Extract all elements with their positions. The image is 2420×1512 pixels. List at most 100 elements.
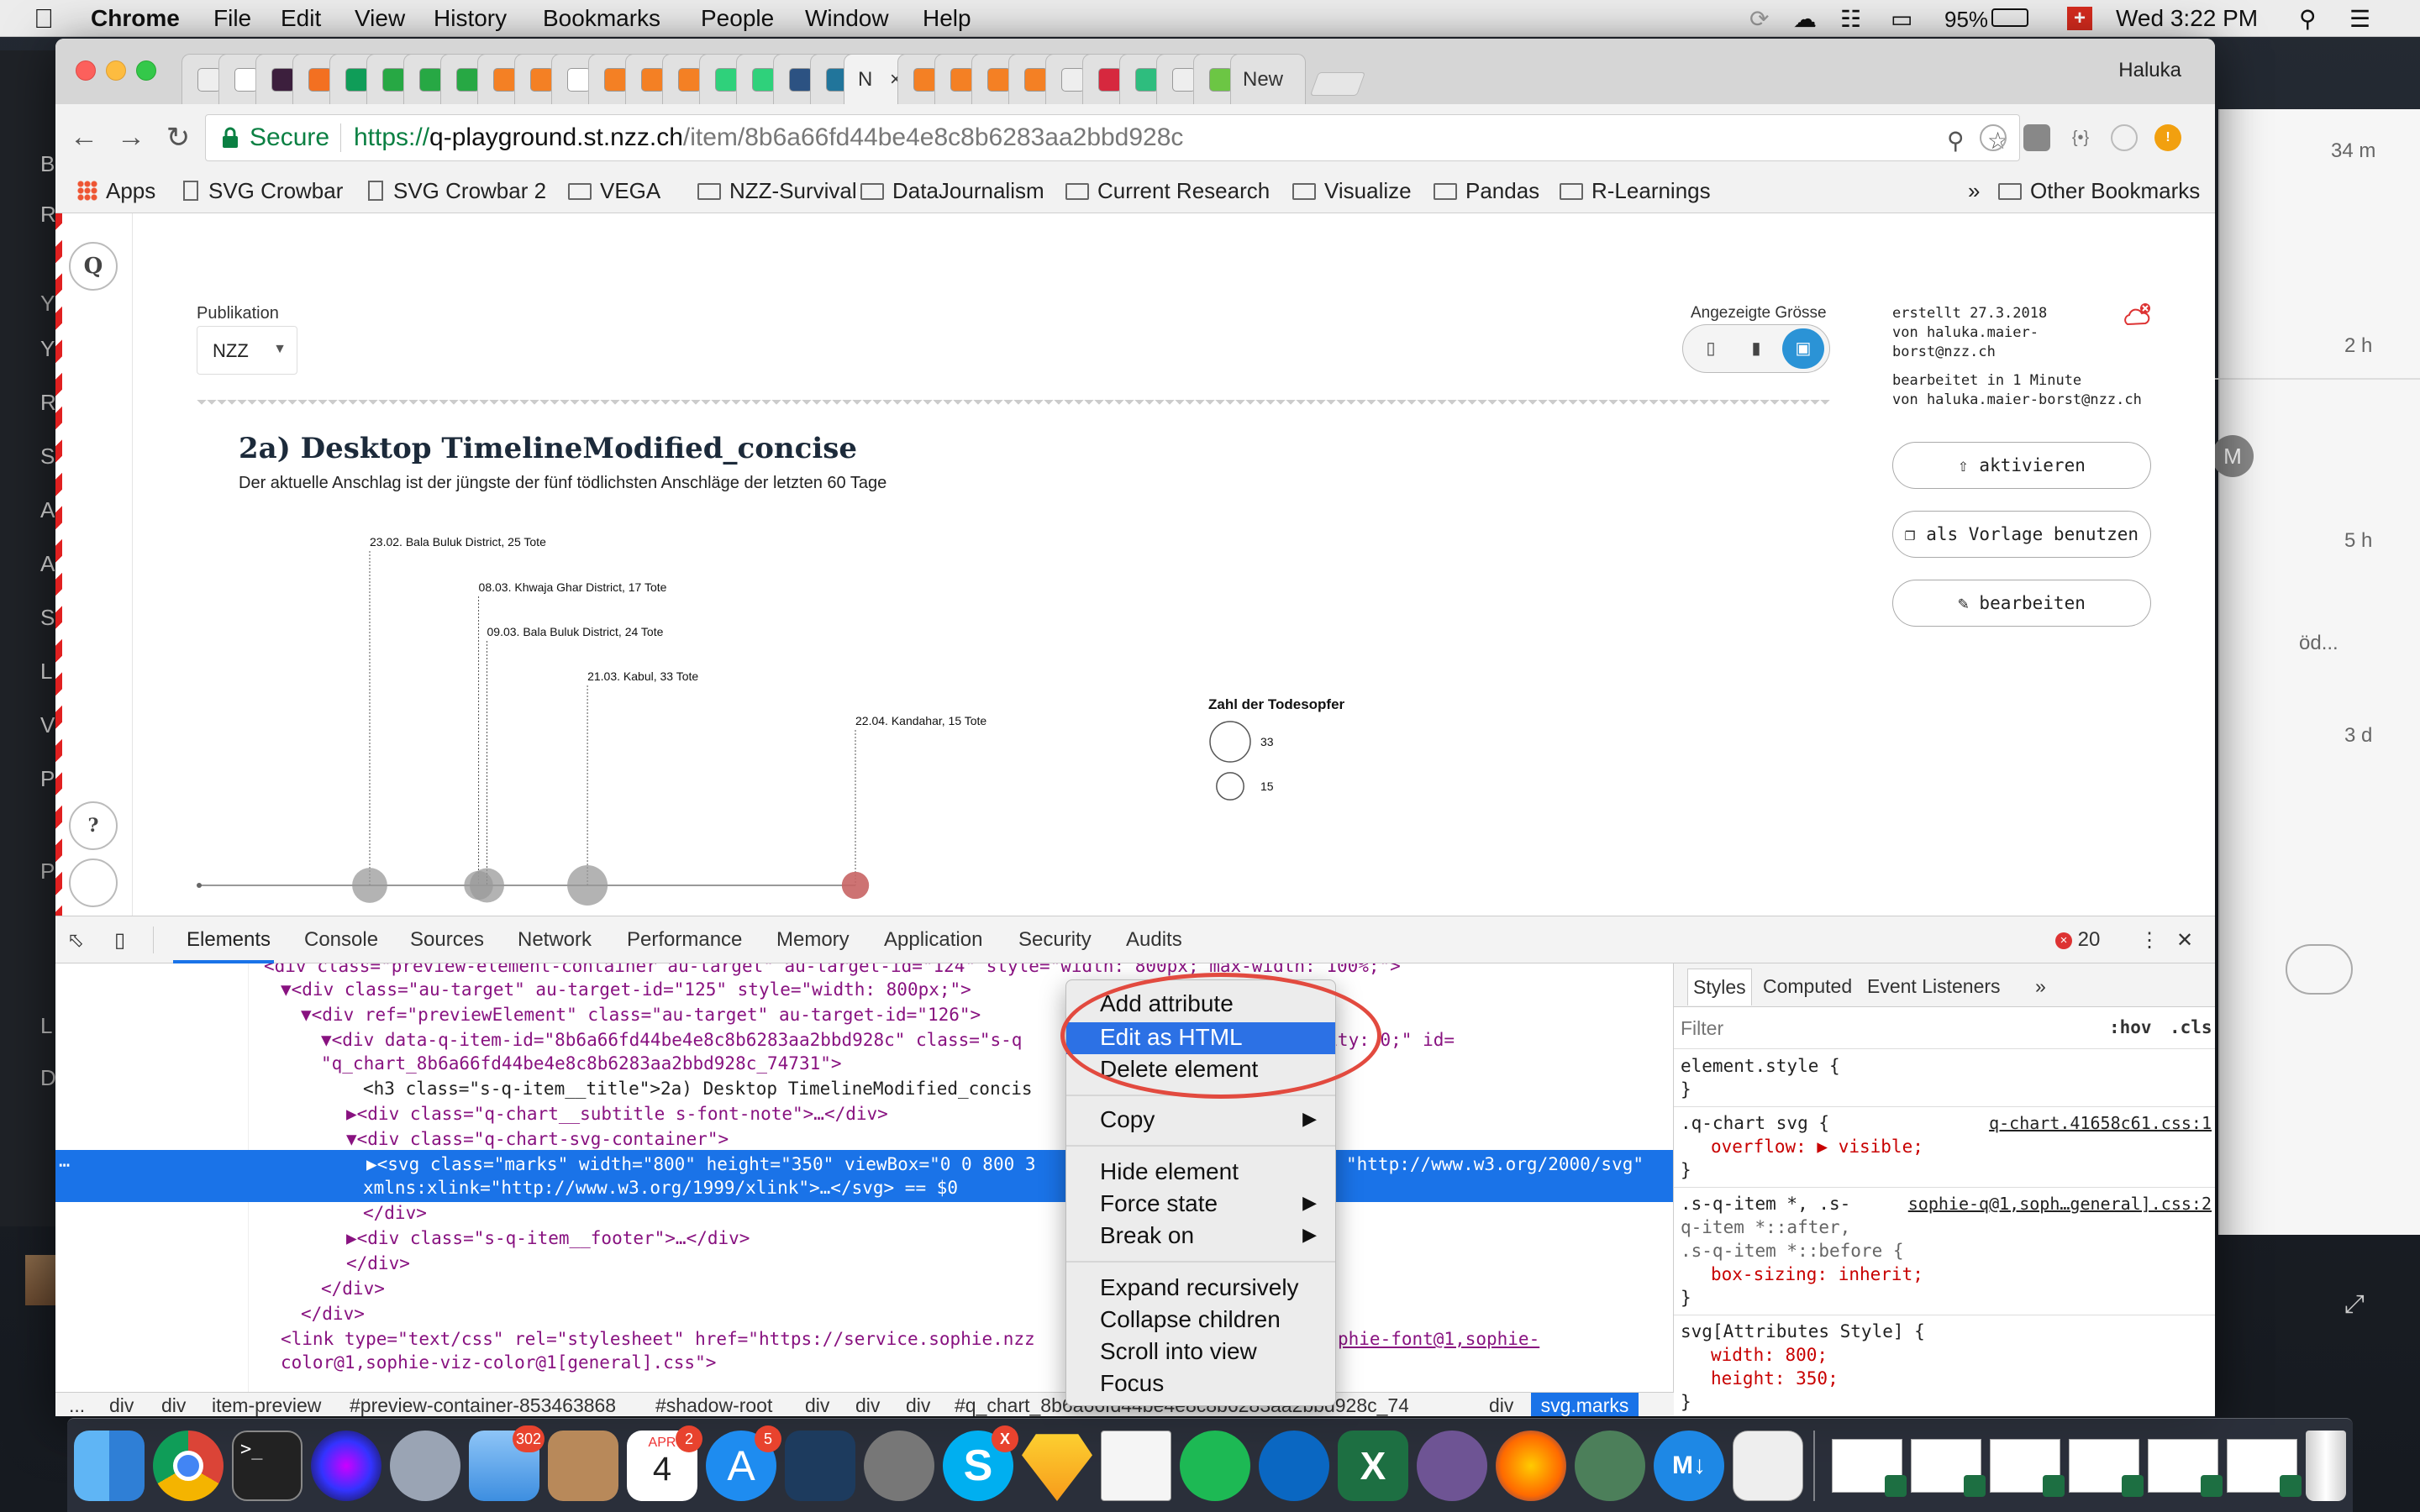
bg-round-button[interactable]: [2286, 944, 2353, 995]
menu-edit[interactable]: Edit: [281, 5, 321, 32]
menu-hide-element[interactable]: Hide element: [1100, 1158, 1239, 1185]
breadcrumb-item[interactable]: div: [805, 1394, 829, 1416]
inspect-element-icon[interactable]: ⬁: [67, 928, 84, 953]
bookmark-current-research[interactable]: Current Research: [1065, 178, 1270, 204]
event-bubble[interactable]: [567, 865, 608, 906]
bookmark-r-learnings[interactable]: R-Learnings: [1560, 178, 1711, 204]
vscode-icon[interactable]: [785, 1431, 855, 1501]
bookmark-svg-crowbar-2[interactable]: SVG Crowbar 2: [368, 178, 546, 204]
dom-line[interactable]: <h3 class="s-q-item__title">2a) Desktop …: [363, 1076, 1033, 1101]
profile-button[interactable]: Haluka: [2118, 59, 2181, 82]
expand-icon[interactable]: ⤢: [2344, 1290, 2365, 1319]
user-avatar-button[interactable]: [69, 858, 118, 907]
battery-percent[interactable]: 95%: [1944, 7, 1988, 33]
tab-network[interactable]: Network: [518, 928, 592, 952]
tab-styles[interactable]: Styles: [1687, 969, 1752, 1005]
mobile-size-icon[interactable]: ▯: [1690, 328, 1732, 369]
cloud-icon[interactable]: ☁: [1793, 5, 1817, 33]
menu-focus[interactable]: Focus: [1100, 1370, 1164, 1397]
style-property[interactable]: overflow: ▶ visible;: [1711, 1137, 1923, 1157]
menu-view[interactable]: View: [355, 5, 405, 32]
zoom-window-button[interactable]: [136, 60, 156, 81]
wifi-icon[interactable]: ☷: [1840, 5, 1861, 33]
close-devtools-icon[interactable]: ✕: [2176, 928, 2193, 953]
system-preferences-icon[interactable]: [864, 1431, 934, 1501]
menu-help[interactable]: Help: [923, 5, 971, 32]
terminal-icon[interactable]: >_: [232, 1431, 302, 1501]
dom-line[interactable]: "q_chart_8b6a66fd44be4e8c8b6283aa2bbd928…: [321, 1051, 842, 1076]
bookmark-datajournalism[interactable]: DataJournalism: [860, 178, 1044, 204]
excel-window-thumbnail[interactable]: [1832, 1439, 1907, 1497]
extension-json-icon[interactable]: {•}: [2067, 124, 2094, 151]
menu-people[interactable]: People: [701, 5, 774, 32]
device-toolbar-icon[interactable]: ▯: [114, 928, 125, 953]
style-property[interactable]: width: 800;: [1711, 1345, 1828, 1365]
menu-copy[interactable]: Copy: [1100, 1106, 1155, 1133]
calendar-icon[interactable]: APR 4 2: [627, 1425, 702, 1501]
new-tab-button[interactable]: [1309, 72, 1366, 96]
back-button[interactable]: ←: [67, 121, 101, 154]
minimize-window-button[interactable]: [106, 60, 126, 81]
launchpad-icon[interactable]: [390, 1431, 460, 1501]
menu-break-on[interactable]: Break on: [1100, 1222, 1194, 1249]
dom-line[interactable]: ▶<div class="q-chart__subtitle s-font-no…: [346, 1101, 888, 1126]
dom-line[interactable]: <link type="text/css" rel="stylesheet" h…: [281, 1326, 1035, 1352]
tab-event-listeners[interactable]: Event Listeners: [1867, 975, 2001, 998]
desktop-size-icon[interactable]: ▣: [1782, 328, 1824, 369]
q-logo-button[interactable]: Q: [69, 242, 118, 291]
reload-button[interactable]: ↻: [161, 121, 195, 155]
menu-force-state[interactable]: Force state: [1100, 1190, 1218, 1217]
bookmark-pandas[interactable]: Pandas: [1434, 178, 1539, 204]
bookmarks-overflow-button[interactable]: »: [1968, 178, 1980, 204]
finder-icon[interactable]: [74, 1431, 145, 1501]
menu-scroll-into-view[interactable]: Scroll into view: [1100, 1338, 1257, 1365]
address-bar[interactable]: Secure https://q-playground.st.nzz.ch/it…: [205, 114, 2020, 161]
style-property[interactable]: height: 350;: [1711, 1368, 1839, 1389]
breadcrumb-item[interactable]: #shadow-root: [655, 1394, 772, 1416]
breadcrumb-item[interactable]: div: [855, 1394, 880, 1416]
onedrive-icon[interactable]: [1259, 1431, 1329, 1501]
forward-button[interactable]: →: [114, 121, 148, 154]
tab-audits[interactable]: Audits: [1126, 928, 1182, 952]
tab-sources[interactable]: Sources: [410, 928, 484, 952]
excel-window-thumbnail[interactable]: [1990, 1439, 2065, 1497]
github-icon[interactable]: [1417, 1431, 1487, 1501]
node-more-dots[interactable]: ⋯: [59, 1153, 70, 1179]
browser-tab-new[interactable]: New: [1230, 54, 1306, 104]
dom-line[interactable]: ▼<div ref="previewElement" class="au-tar…: [301, 1002, 981, 1027]
document-icon[interactable]: [1101, 1431, 1171, 1501]
event-bubble[interactable]: [352, 868, 387, 903]
style-property[interactable]: box-sizing: inherit;: [1711, 1264, 1923, 1284]
breadcrumb-item[interactable]: div: [109, 1394, 134, 1416]
spotify-icon[interactable]: [1180, 1431, 1250, 1501]
markdown-editor-icon[interactable]: M↓: [1654, 1431, 1724, 1501]
trash-icon[interactable]: [2306, 1431, 2346, 1501]
dom-line[interactable]: </div>: [301, 1301, 365, 1326]
style-rule-selector[interactable]: .q-chart svg {: [1681, 1113, 1829, 1133]
excel-window-thumbnail[interactable]: [2148, 1439, 2223, 1497]
extension-warning-icon[interactable]: !: [2154, 124, 2181, 151]
bookmark-apps[interactable]: Apps: [77, 178, 155, 204]
tab-application[interactable]: Application: [884, 928, 982, 952]
style-rule-selector[interactable]: svg[Attributes Style] {: [1681, 1321, 1925, 1341]
sketch-icon[interactable]: [1022, 1434, 1092, 1501]
apple-icon[interactable]: : [34, 3, 54, 34]
dom-line[interactable]: ▼<div data-q-item-id="8b6a66fd44be4e8c8b…: [321, 1027, 1022, 1053]
appstore-icon[interactable]: A5: [706, 1425, 781, 1501]
spotlight-icon[interactable]: ⚲: [2299, 5, 2317, 33]
menu-window[interactable]: Window: [805, 5, 889, 32]
app-name-menu[interactable]: Chrome: [91, 5, 180, 32]
error-count[interactable]: × 20: [2055, 928, 2100, 952]
menu-file[interactable]: File: [213, 5, 251, 32]
style-rule-element[interactable]: element.style {: [1681, 1056, 1840, 1076]
menu-expand-recursively[interactable]: Expand recursively: [1100, 1274, 1299, 1301]
use-as-template-button[interactable]: ❐ als Vorlage benutzen: [1892, 511, 2151, 558]
bookmark-nzz-survival[interactable]: NZZ-Survival: [697, 178, 857, 204]
dom-line[interactable]: color@1,sophie-viz-color@1[general].css"…: [281, 1350, 716, 1375]
dom-line[interactable]: ▶<div class="s-q-item__footer">…</div>: [346, 1226, 750, 1251]
excel-window-thumbnail[interactable]: [1911, 1439, 1986, 1497]
dom-line[interactable]: xmlns:xlink="http://www.w3.org/1999/xlin…: [363, 1175, 958, 1200]
siri-icon[interactable]: [311, 1431, 381, 1501]
clock[interactable]: Wed 3:22 PM: [2116, 5, 2258, 32]
bookmark-svg-crowbar[interactable]: SVG Crowbar: [183, 178, 343, 204]
